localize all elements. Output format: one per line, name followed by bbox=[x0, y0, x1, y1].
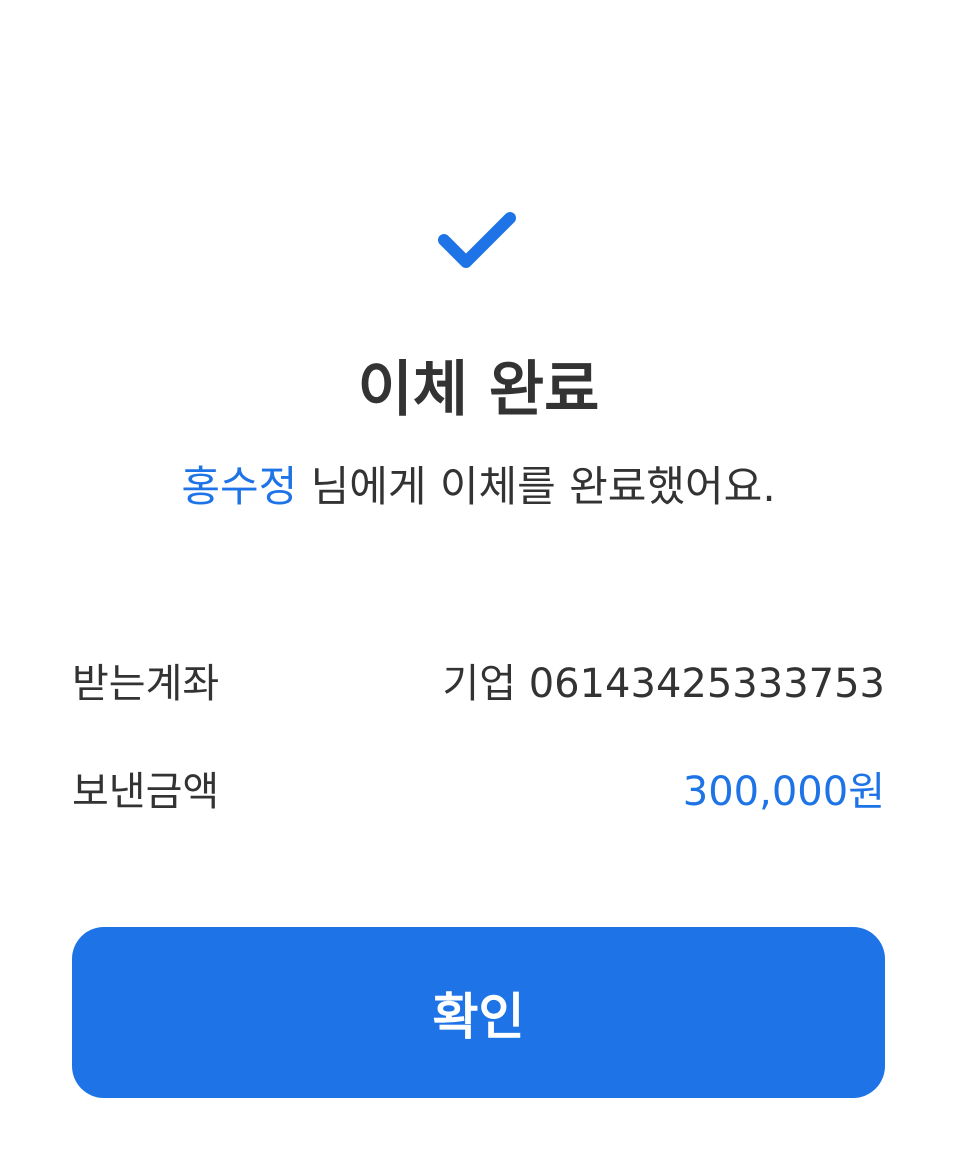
check-icon bbox=[438, 212, 516, 268]
completion-message-text: 님에게 이체를 완료했어요. bbox=[297, 462, 776, 511]
sent-amount-row: 보낸금액 300,000원 bbox=[72, 758, 885, 818]
page-title: 이체 완료 bbox=[357, 355, 600, 425]
sent-amount-label: 보낸금액 bbox=[72, 769, 220, 815]
completion-message: 홍수정 님에게 이체를 완료했어요. bbox=[0, 458, 957, 516]
confirm-button[interactable]: 확인 bbox=[72, 927, 885, 1098]
receiving-account-row: 받는계좌 기업 06143425333753 bbox=[72, 650, 885, 710]
receiving-account-value: 기업 06143425333753 bbox=[442, 661, 885, 707]
receiving-account-label: 받는계좌 bbox=[72, 661, 220, 707]
sent-amount-value: 300,000원 bbox=[682, 769, 885, 815]
recipient-name: 홍수정 bbox=[181, 462, 298, 511]
